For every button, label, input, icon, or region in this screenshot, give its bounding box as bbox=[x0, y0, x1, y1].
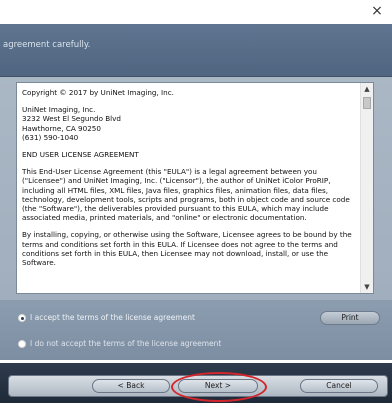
eula-scrollbar[interactable]: ▲ ▼ bbox=[360, 83, 373, 293]
accept-option[interactable]: I accept the terms of the license agreem… bbox=[18, 313, 195, 322]
scroll-down-icon[interactable]: ▼ bbox=[361, 281, 373, 293]
accept-radio[interactable] bbox=[18, 313, 26, 322]
eula-address: UniNet Imaging, Inc. 3232 West El Segund… bbox=[22, 105, 121, 142]
back-button[interactable]: < Back bbox=[92, 379, 170, 393]
decline-radio[interactable] bbox=[18, 339, 26, 348]
scroll-up-icon[interactable]: ▲ bbox=[361, 83, 373, 95]
options-area bbox=[0, 300, 392, 360]
accept-label: I accept the terms of the license agreem… bbox=[30, 313, 195, 322]
header-divider bbox=[0, 76, 392, 77]
title-bar: × bbox=[0, 0, 392, 24]
decline-label: I do not accept the terms of the license… bbox=[30, 339, 222, 348]
eula-paragraph-1: This End-User License Agreement (this "E… bbox=[22, 167, 350, 223]
eula-copyright: Copyright © 2017 by UniNet Imaging, Inc. bbox=[22, 88, 174, 97]
instruction-text: agreement carefully. bbox=[3, 40, 91, 50]
eula-paragraph-2: By installing, copying, or otherwise usi… bbox=[22, 230, 352, 268]
eula-heading: END USER LICENSE AGREEMENT bbox=[22, 150, 139, 160]
scroll-thumb[interactable] bbox=[363, 97, 371, 109]
next-button[interactable]: Next > bbox=[178, 379, 258, 393]
print-button[interactable]: Print bbox=[320, 311, 380, 325]
close-icon[interactable]: × bbox=[368, 2, 386, 20]
eula-text: Copyright © 2017 by UniNet Imaging, Inc.… bbox=[22, 88, 358, 288]
decline-option[interactable]: I do not accept the terms of the license… bbox=[18, 339, 221, 348]
cancel-button[interactable]: Cancel bbox=[300, 379, 378, 393]
header-banner: agreement carefully. bbox=[0, 24, 392, 76]
eula-textbox[interactable]: Copyright © 2017 by UniNet Imaging, Inc.… bbox=[16, 82, 374, 294]
